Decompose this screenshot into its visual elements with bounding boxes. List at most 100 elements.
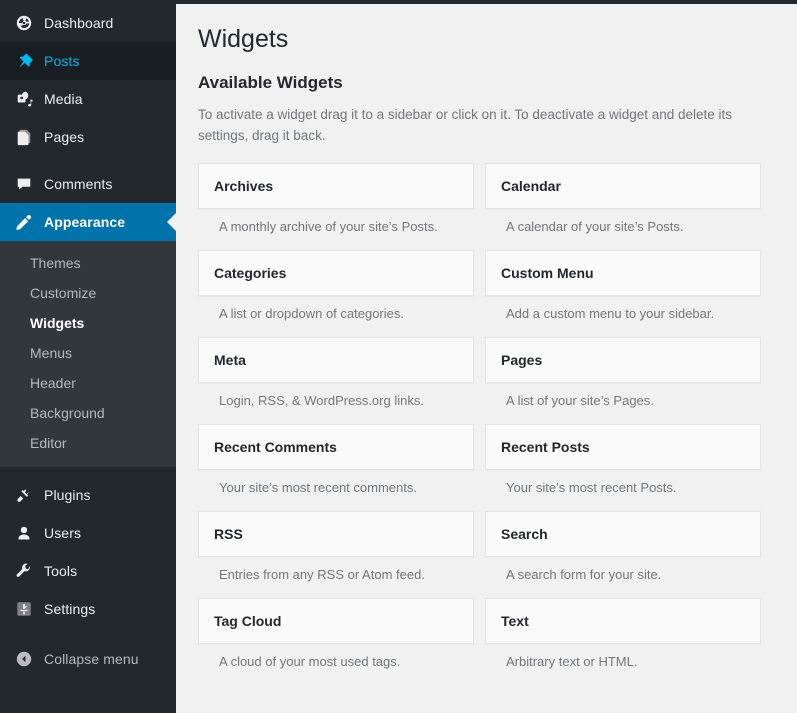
widget-title: Custom Menu [501, 264, 594, 281]
widget-description: A list of your site’s Pages. [506, 392, 654, 408]
page-title: Widgets [198, 25, 289, 53]
widget-description: A list or dropdown of categories. [219, 305, 404, 321]
sidebar-item-label: Tools [44, 563, 78, 579]
admin-sidebar: Dashboard Posts Media Pages Comments Appearan… [0, 4, 176, 713]
widget-card[interactable]: Recent Comments [198, 423, 474, 470]
appearance-brush-icon [12, 212, 36, 232]
sidebar-item-label: Posts [44, 53, 80, 69]
widget-block: RSS Entries from any RSS or Atom feed. [198, 510, 474, 593]
widget-description: A search form for your site. [506, 566, 662, 582]
sidebar-item-label: Dashboard [44, 15, 114, 31]
widget-title: RSS [214, 525, 243, 542]
content-wrap: Widgets Available Widgets To activate a … [176, 4, 797, 685]
admin-bar [0, 0, 797, 4]
widget-description: Entries from any RSS or Atom feed. [219, 566, 425, 582]
pin-icon [12, 51, 36, 71]
widget-block: Tag Cloud A cloud of your most used tags. [198, 597, 474, 680]
widget-title: Search [501, 525, 548, 542]
sidebar-item-label: Plugins [44, 487, 91, 503]
widget-block: Recent Posts Your site’s most recent Post… [485, 423, 761, 506]
widget-title: Tag Cloud [214, 612, 282, 629]
sidebar-item-pages[interactable]: Pages [0, 118, 176, 156]
widget-card[interactable]: Text [485, 597, 761, 644]
widget-card[interactable]: Pages [485, 336, 761, 383]
sidebar-item-label: Comments [44, 176, 113, 192]
widget-card[interactable]: Categories [198, 249, 474, 296]
sidebar-item-plugins[interactable]: Plugins [0, 476, 176, 514]
widget-block: Calendar A calendar of your site’s Posts. [485, 162, 761, 245]
dashboard-icon [12, 13, 36, 33]
widget-column-left: Archives A monthly archive of your site’s… [198, 162, 474, 685]
sidebar-item-settings[interactable]: Settings [0, 590, 176, 628]
widget-card[interactable]: Tag Cloud [198, 597, 474, 644]
widget-card[interactable]: Meta [198, 336, 474, 383]
widget-title: Calendar [501, 177, 561, 194]
submenu-item-background[interactable]: Background [0, 398, 176, 428]
sidebar-item-users[interactable]: Users [0, 514, 176, 552]
widget-description: Arbitrary text or HTML. [506, 653, 638, 669]
sidebar-item-media[interactable]: Media [0, 80, 176, 118]
widget-block: Custom Menu Add a custom menu to your sid… [485, 249, 761, 332]
widget-block: Text Arbitrary text or HTML. [485, 597, 761, 680]
submenu-item-themes[interactable]: Themes [0, 248, 176, 278]
submenu-item-editor[interactable]: Editor [0, 428, 176, 458]
sidebar-item-label: Pages [44, 129, 85, 145]
widget-description: A monthly archive of your site’s Posts. [219, 218, 438, 234]
content-area: Widgets Available Widgets To activate a … [176, 4, 797, 713]
widget-block: Pages A list of your site’s Pages. [485, 336, 761, 419]
widget-block: Meta Login, RSS, & WordPress.org links. [198, 336, 474, 419]
plugins-icon [12, 485, 36, 505]
submenu-item-customize[interactable]: Customize [0, 278, 176, 308]
widget-title: Pages [501, 351, 543, 368]
sidebar-item-comments[interactable]: Comments [0, 165, 176, 203]
available-widgets-heading: Available Widgets [198, 72, 343, 92]
widget-card[interactable]: Search [485, 510, 761, 557]
sidebar-item-label: Users [44, 525, 82, 541]
media-icon [12, 89, 36, 109]
sidebar-item-tools[interactable]: Tools [0, 552, 176, 590]
users-icon [12, 523, 36, 543]
widget-card[interactable]: Custom Menu [485, 249, 761, 296]
collapse-menu-host: Collapse menu [0, 640, 176, 678]
submenu-item-header[interactable]: Header [0, 368, 176, 398]
sidebar-item-label: Settings [44, 601, 96, 617]
collapse-menu-label: Collapse menu [44, 651, 139, 667]
widget-block: Archives A monthly archive of your site’s… [198, 162, 474, 245]
widget-column-right: Calendar A calendar of your site’s Posts.… [485, 162, 761, 685]
widget-grid: Archives A monthly archive of your site’s… [198, 162, 761, 685]
sidebar-item-label: Media [44, 91, 83, 107]
widget-card[interactable]: Archives [198, 162, 474, 209]
widget-card[interactable]: Calendar [485, 162, 761, 209]
widget-card[interactable]: RSS [198, 510, 474, 557]
widget-block: Search A search form for your site. [485, 510, 761, 593]
widget-title: Text [501, 612, 529, 629]
sidebar-menu-top: Dashboard Posts Media Pages Comments Appearan… [0, 4, 176, 241]
sidebar-item-posts[interactable]: Posts [0, 42, 176, 80]
widget-description: A cloud of your most used tags. [219, 653, 401, 669]
sidebar-item-label: Appearance [44, 214, 126, 230]
sidebar-menu-bottom: Plugins Users Tools Settings [0, 467, 176, 628]
menu-separator [0, 156, 176, 165]
widget-title: Categories [214, 264, 287, 281]
collapse-menu-button[interactable]: Collapse menu [0, 640, 176, 678]
submenu-item-widgets[interactable]: Widgets [0, 308, 176, 338]
widget-description: Login, RSS, & WordPress.org links. [219, 392, 424, 408]
submenu-item-menus[interactable]: Menus [0, 338, 176, 368]
collapse-arrow-icon [12, 649, 36, 669]
tools-wrench-icon [12, 561, 36, 581]
comment-icon [12, 174, 36, 194]
widget-title: Meta [214, 351, 246, 368]
widget-description: Your site’s most recent comments. [219, 479, 417, 495]
menu-separator [0, 467, 176, 476]
settings-gear-icon [12, 599, 36, 619]
sidebar-item-dashboard[interactable]: Dashboard [0, 4, 176, 42]
widget-card[interactable]: Recent Posts [485, 423, 761, 470]
widget-description: A calendar of your site’s Posts. [506, 218, 684, 234]
sidebar-item-appearance[interactable]: Appearance [0, 203, 176, 241]
widget-title: Recent Comments [214, 438, 337, 455]
widget-description: Your site’s most recent Posts. [506, 479, 677, 495]
pages-icon [12, 127, 36, 147]
wordpress-admin-widgets-page: Dashboard Posts Media Pages Comments Appearan… [0, 0, 797, 713]
widget-block: Recent Comments Your site’s most recent c… [198, 423, 474, 506]
current-menu-arrow-icon [167, 213, 176, 231]
